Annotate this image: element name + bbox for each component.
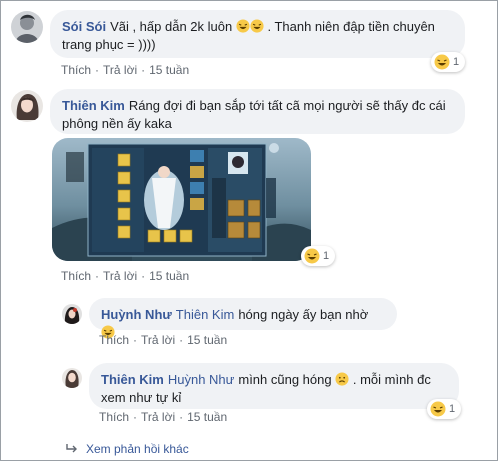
reply-text-cont: . mỗi mình đc bbox=[352, 372, 431, 387]
reply-arrow-icon bbox=[66, 442, 78, 456]
commenter-name[interactable]: Sói Sói bbox=[62, 19, 106, 34]
mention-tag[interactable]: Huỳnh Như bbox=[168, 372, 235, 387]
reply-actions: Thích · Trả lời · 15 tuần bbox=[99, 410, 228, 424]
comment-thread: Sói Sói Vãi , hấp dẫn 2k luôn . Thanh niê… bbox=[0, 0, 498, 461]
like-link[interactable]: Thích bbox=[61, 269, 91, 283]
laughing-emoji-icon bbox=[434, 54, 450, 70]
reply-link[interactable]: Trả lời bbox=[141, 410, 175, 424]
comment-text-cont: trang phục = )))) bbox=[62, 37, 156, 52]
reply-text: mình cũng hóng bbox=[238, 372, 332, 387]
laughing-emoji-icon bbox=[430, 401, 446, 417]
reply-bubble: Huỳnh Như Thiên Kim hóng ngày ấy bạn nhờ bbox=[89, 298, 397, 339]
reaction-badge[interactable]: 1 bbox=[301, 246, 336, 266]
like-link[interactable]: Thích bbox=[99, 410, 129, 424]
reply-actions: Thích · Trả lời · 15 tuần bbox=[99, 333, 228, 347]
reaction-badge[interactable]: 1 bbox=[427, 399, 462, 419]
avatar-thien-kim[interactable] bbox=[11, 90, 43, 122]
reply-text-cont: xem như tự kỉ bbox=[101, 390, 182, 405]
laughing-emoji-icon bbox=[236, 19, 250, 34]
like-link[interactable]: Thích bbox=[61, 63, 91, 77]
view-more-replies-link[interactable]: Xem phản hồi khác bbox=[66, 442, 189, 456]
timestamp[interactable]: 15 tuần bbox=[187, 410, 227, 424]
commenter-name[interactable]: Thiên Kim bbox=[101, 372, 164, 387]
like-link[interactable]: Thích bbox=[99, 333, 129, 347]
timestamp[interactable]: 15 tuần bbox=[149, 63, 189, 77]
laughing-emoji-icon bbox=[304, 248, 320, 264]
comment-text: Vãi , hấp dẫn 2k luôn bbox=[110, 19, 233, 34]
view-more-replies-label[interactable]: Xem phản hồi khác bbox=[86, 442, 189, 456]
reply-link[interactable]: Trả lời bbox=[103, 63, 137, 77]
sad-emoji-icon bbox=[335, 372, 349, 387]
reply-bubble: Thiên Kim Huỳnh Như mình cũng hóng . mỗi m… bbox=[89, 363, 459, 409]
timestamp[interactable]: 15 tuần bbox=[149, 269, 189, 283]
reply-link[interactable]: Trả lời bbox=[141, 333, 175, 347]
comment-text-cont: phông nền ấy kaka bbox=[62, 116, 172, 131]
comment-text: Ráng đợi đi bạn sắp tới tất cã mọi người… bbox=[128, 98, 446, 113]
commenter-name[interactable]: Huỳnh Như bbox=[101, 307, 172, 322]
reaction-count: 1 bbox=[449, 403, 456, 415]
comment-text-cont: . Thanh niên đập tiền chuyên bbox=[267, 19, 435, 34]
avatar-soi-soi[interactable] bbox=[11, 11, 43, 43]
avatar-thien-kim[interactable] bbox=[62, 368, 82, 388]
commenter-name[interactable]: Thiên Kim bbox=[62, 98, 125, 113]
avatar-huynh-nhu[interactable] bbox=[62, 304, 82, 324]
comment-bubble: Sói Sói Vãi , hấp dẫn 2k luôn . Thanh niê… bbox=[50, 10, 465, 58]
reaction-count: 1 bbox=[323, 250, 330, 262]
reaction-badge[interactable]: 1 bbox=[431, 52, 466, 72]
reply-link[interactable]: Trả lời bbox=[103, 269, 137, 283]
reply-text: hóng ngày ấy bạn nhờ bbox=[238, 307, 369, 322]
comment-actions: Thích · Trả lời · 15 tuần bbox=[61, 63, 190, 77]
comment-bubble: Thiên Kim Ráng đợi đi bạn sắp tới tất cã … bbox=[50, 89, 465, 134]
mention-tag[interactable]: Thiên Kim bbox=[176, 307, 235, 322]
timestamp[interactable]: 15 tuần bbox=[187, 333, 227, 347]
comment-attachment-image[interactable] bbox=[52, 138, 311, 261]
comment-actions: Thích · Trả lời · 15 tuần bbox=[61, 269, 190, 283]
reaction-count: 1 bbox=[453, 56, 460, 68]
laughing-emoji-icon bbox=[250, 19, 264, 34]
